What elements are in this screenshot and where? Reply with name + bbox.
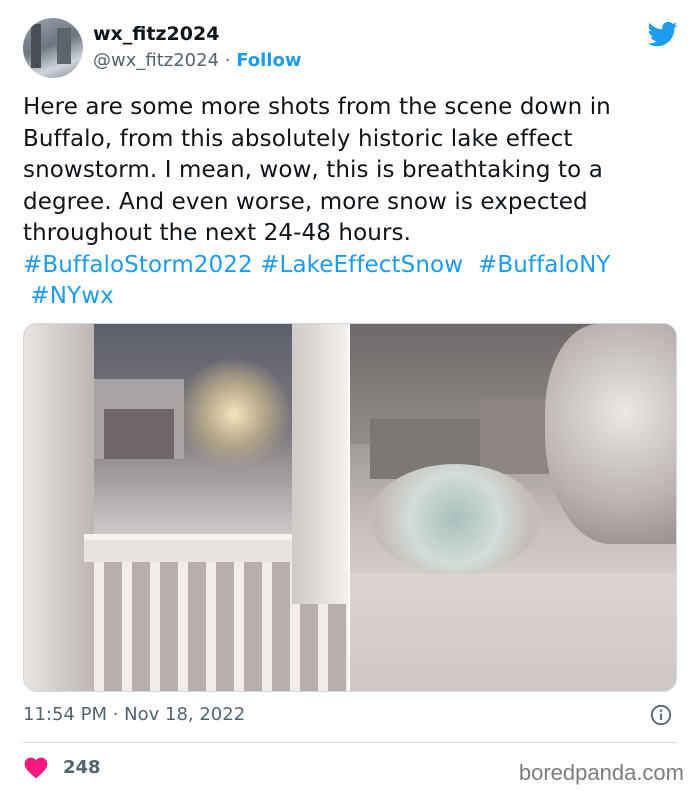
media-grid [23,323,677,692]
user-handle[interactable]: @wx_fitz2024 [93,50,219,71]
photo-snowy-backyard[interactable] [350,324,676,691]
timestamp-separator: · [106,704,125,725]
info-icon[interactable] [650,704,672,726]
tweet-time: 11:54 PM [23,704,107,725]
photo-snowy-porch[interactable] [24,324,348,691]
user-name[interactable]: wx_fitz2024 [93,23,219,45]
hashtag-lakeeffectsnow[interactable]: #LakeEffectSnow [260,252,463,278]
hashtag-buffalony[interactable]: #BuffaloNY [478,252,611,278]
tweet-body: Here are some more shots from the scene … [23,94,611,246]
hashtag-nywx[interactable]: #NYwx [30,283,113,309]
hashtag-buffalostorm2022[interactable]: #BuffaloStorm2022 [23,252,253,278]
watermark: boredpanda.com [518,760,684,785]
tweet-date: Nov 18, 2022 [124,704,246,725]
handle-separator: · [219,50,237,71]
like-button[interactable]: 248 [23,755,101,779]
user-handle-line: @wx_fitz2024 · Follow [93,50,301,71]
avatar[interactable] [23,18,83,78]
tweet-timestamp[interactable]: 11:54 PM · Nov 18, 2022 [23,704,245,725]
follow-button[interactable]: Follow [236,50,301,71]
twitter-bird-icon[interactable] [648,19,678,49]
tweet-text: Here are some more shots from the scene … [23,92,683,313]
tweet-card: wx_fitz2024 @wx_fitz2024 · Follow Here a… [0,0,700,795]
like-count: 248 [63,756,101,778]
tweet-header: wx_fitz2024 @wx_fitz2024 · Follow [23,17,680,79]
heart-icon [24,757,48,779]
divider [23,742,677,743]
